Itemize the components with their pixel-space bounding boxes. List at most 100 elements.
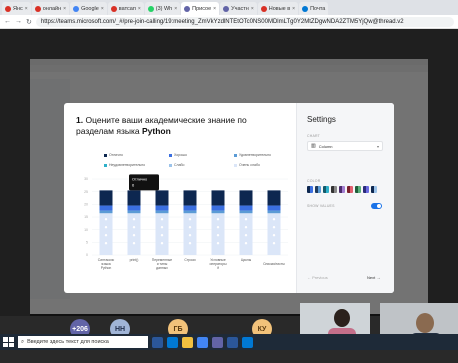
bar-segment bbox=[155, 190, 169, 206]
bar-segment bbox=[155, 205, 169, 211]
close-icon[interactable]: × bbox=[174, 6, 177, 12]
google-icon bbox=[73, 5, 80, 12]
bar-marker bbox=[132, 218, 136, 221]
browser-tab[interactable]: (3) Wh × bbox=[144, 2, 181, 15]
x-tick-label: Строки bbox=[184, 258, 195, 262]
browser-tab[interactable]: ватсап × bbox=[107, 2, 144, 15]
bar-segment bbox=[127, 205, 141, 211]
teams-icon bbox=[184, 5, 191, 12]
y-tick-label: 25 bbox=[84, 190, 88, 194]
chart-type-label: CHART bbox=[307, 134, 320, 138]
close-icon[interactable]: × bbox=[292, 6, 295, 12]
bar-marker bbox=[272, 234, 276, 237]
chrome-icon[interactable] bbox=[197, 336, 208, 348]
bar-marker bbox=[104, 234, 108, 237]
x-tick-label: Условные операторы if bbox=[209, 258, 227, 270]
legend-item: Отлично bbox=[104, 153, 123, 157]
teams-meeting-stage: 1. Оцените ваши академические знание по … bbox=[0, 29, 458, 363]
forward-arrow-icon[interactable]: → bbox=[15, 18, 22, 25]
bar-segment bbox=[267, 210, 281, 214]
results-bar-chart: 0 5 10 15 20 25 30 Синтаксис языка Python print() П… bbox=[84, 174, 288, 270]
bar-marker bbox=[160, 226, 164, 229]
tab-favicon-icon bbox=[260, 5, 267, 12]
file-explorer-icon[interactable] bbox=[182, 336, 193, 348]
bar-segment bbox=[211, 190, 225, 206]
color-swatch[interactable] bbox=[323, 186, 329, 193]
next-button[interactable]: Next → bbox=[367, 275, 380, 280]
bar-marker bbox=[188, 242, 192, 245]
color-swatch[interactable] bbox=[363, 186, 369, 193]
task-view-icon[interactable] bbox=[152, 336, 163, 348]
back-arrow-icon[interactable]: ← bbox=[4, 18, 11, 25]
y-tick-label: 30 bbox=[84, 177, 88, 181]
previous-button[interactable]: ← Previous bbox=[307, 275, 328, 280]
browser-tab[interactable]: Новые в × bbox=[257, 2, 299, 15]
color-swatch[interactable] bbox=[355, 186, 361, 193]
bar-marker bbox=[244, 234, 248, 237]
bar-marker bbox=[104, 218, 108, 221]
windows-taskbar: ⌕ Введите здесь текст для поиска bbox=[0, 334, 458, 350]
chart-type-select[interactable]: ▥ Column ▾ bbox=[307, 141, 383, 151]
settings-panel: Settings CHART ▥ Column ▾ COLOR SHOW VAL… bbox=[296, 103, 394, 293]
x-tick-label: print() bbox=[130, 258, 139, 262]
chevron-down-icon: ▾ bbox=[376, 143, 379, 149]
teams-icon[interactable] bbox=[212, 336, 223, 348]
close-icon[interactable]: × bbox=[138, 6, 141, 12]
browser-tab[interactable]: Google × bbox=[70, 2, 107, 15]
close-icon[interactable]: × bbox=[101, 6, 104, 12]
bar-segment bbox=[239, 210, 253, 214]
close-icon[interactable]: × bbox=[63, 6, 66, 12]
taskbar-search[interactable]: ⌕ Введите здесь текст для поиска bbox=[18, 336, 148, 348]
show-values-toggle[interactable] bbox=[371, 203, 382, 209]
browser-tab[interactable]: Янс × bbox=[2, 2, 31, 15]
tab-favicon-icon bbox=[34, 5, 41, 12]
x-tick-label: Синтаксис языка Python bbox=[98, 258, 115, 270]
edge-icon[interactable] bbox=[167, 336, 178, 348]
bar-marker bbox=[132, 234, 136, 237]
browser-tab[interactable]: Участн × bbox=[220, 2, 257, 15]
browser-tab[interactable]: Почта bbox=[299, 2, 329, 15]
close-icon[interactable]: × bbox=[251, 6, 254, 12]
bar-segment bbox=[267, 205, 281, 211]
legend-swatch bbox=[104, 153, 107, 157]
word-icon[interactable] bbox=[227, 336, 238, 348]
color-swatch[interactable] bbox=[315, 186, 321, 193]
windows-start-icon[interactable] bbox=[2, 336, 14, 348]
bar-marker bbox=[160, 218, 164, 221]
legend-item: Удовлетворительно bbox=[234, 153, 271, 157]
bar-segment bbox=[99, 190, 113, 206]
x-tick-label: Переменные и типы данных bbox=[152, 258, 172, 270]
chart-panel: 1. Оцените ваши академические знание по … bbox=[64, 103, 296, 293]
y-tick-label: 0 bbox=[86, 253, 88, 257]
bar-segment bbox=[239, 190, 253, 206]
color-swatch[interactable] bbox=[339, 186, 345, 193]
close-icon[interactable]: × bbox=[25, 6, 28, 12]
tab-favicon-icon bbox=[110, 5, 117, 12]
mail-icon[interactable] bbox=[242, 336, 253, 348]
y-tick-label: 5 bbox=[86, 241, 88, 245]
tab-favicon-icon bbox=[5, 5, 11, 12]
browser-tab-strip: Янс × онлайн × Google × ватсап × (3) Wh × При… bbox=[0, 0, 458, 15]
bar-segment bbox=[211, 205, 225, 211]
color-swatch[interactable] bbox=[371, 186, 377, 193]
color-swatch[interactable] bbox=[347, 186, 353, 193]
bar-segment bbox=[127, 210, 141, 214]
browser-tab[interactable]: онлайн × bbox=[31, 2, 70, 15]
url-field[interactable]: https://teams.microsoft.com/_#/pre-join-… bbox=[35, 16, 454, 27]
close-icon[interactable]: × bbox=[213, 6, 216, 12]
bar-marker bbox=[188, 218, 192, 221]
bar-marker bbox=[216, 234, 220, 237]
reload-icon[interactable]: ↻ bbox=[26, 18, 32, 26]
bar-marker bbox=[104, 242, 108, 245]
bar-marker bbox=[104, 226, 108, 229]
y-tick-label: 10 bbox=[84, 228, 88, 232]
browser-tab-active[interactable]: Присое × bbox=[181, 2, 220, 15]
results-modal: 1. Оцените ваши академические знание по … bbox=[64, 103, 394, 293]
question-title: 1. Оцените ваши академические знание по … bbox=[76, 115, 286, 137]
legend-item: Очень слабо bbox=[234, 163, 260, 167]
show-values-label: SHOW VALUES bbox=[307, 204, 335, 208]
color-swatch[interactable] bbox=[307, 186, 313, 193]
bar-marker bbox=[244, 242, 248, 245]
bar-marker bbox=[132, 242, 136, 245]
color-swatch[interactable] bbox=[331, 186, 337, 193]
